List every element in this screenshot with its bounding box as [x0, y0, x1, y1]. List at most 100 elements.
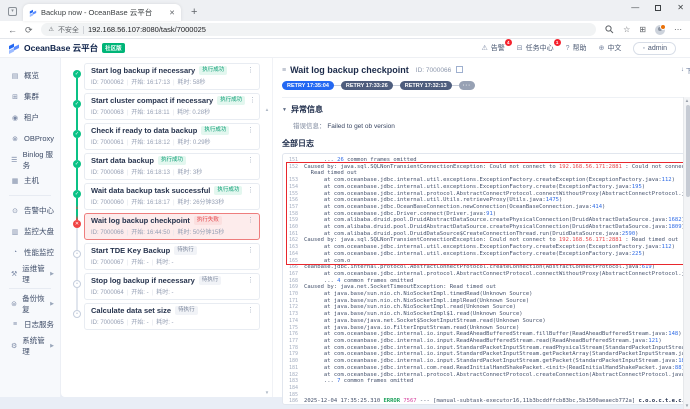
page-scrollbar-thumb[interactable] [686, 105, 690, 197]
sidebar-item-OBProxy[interactable]: ⊗OBProxy [0, 128, 60, 149]
tab-close-icon[interactable]: ✕ [169, 9, 175, 17]
step-more-icon[interactable]: ⋮ [247, 127, 254, 134]
step-card[interactable]: Start TDE Key Backup待执行⋮ID: 7000067|开始: … [84, 243, 260, 270]
task-step-row[interactable]: •Start TDE Key Backup待执行⋮ID: 7000067|开始:… [70, 243, 260, 270]
success-status-icon: ✓ [73, 130, 81, 138]
window-maximize-button[interactable] [655, 5, 661, 11]
retry-badge[interactable]: RETRY 17:33:26 [341, 81, 393, 90]
sidebar-item-Binlog 服务[interactable]: ☰Binlog 服务 [0, 149, 60, 170]
task-step-row[interactable]: ✓Start log backup if necessary执行成功⋮ID: 7… [70, 63, 260, 90]
sidebar-item-租户[interactable]: ◉租户 [0, 107, 60, 128]
page-scrollbar[interactable]: ▲ ▼ [683, 97, 690, 409]
sidebar-item-主机[interactable]: ▦主机 [0, 170, 60, 191]
header-nav-user-icon[interactable]: ◦admin [633, 42, 676, 55]
step-card[interactable]: Check if ready to data backup执行成功⋮ID: 70… [84, 123, 260, 150]
step-more-icon[interactable]: ⋮ [247, 187, 254, 194]
step-card[interactable]: Wait data backup task successful执行成功⋮ID:… [84, 183, 260, 210]
log-line-text: ceanbase.jdbc.internal.protocol.Abstract… [298, 264, 690, 271]
task-step-row[interactable]: ✓Check if ready to data backup执行成功⋮ID: 7… [70, 123, 260, 150]
favorite-star-icon[interactable]: ☆ [623, 25, 630, 34]
browser-menu-icon[interactable]: ⋯ [674, 25, 682, 34]
sidebar-item-告警中心[interactable]: ⊙告警中心 [0, 200, 60, 221]
browser-essentials-icon[interactable]: ⊞ [639, 25, 646, 34]
window-close-button[interactable]: ✕ [677, 4, 684, 12]
step-status-badge: 执行成功 [199, 66, 227, 75]
step-more-icon[interactable]: ⋮ [247, 277, 254, 284]
retry-badge[interactable]: RETRY 17:32:13 [400, 81, 452, 90]
step-more-icon[interactable]: ⋮ [247, 247, 254, 254]
chevron-right-icon: ▶ [50, 343, 54, 349]
retry-badge[interactable]: ··· [459, 81, 476, 90]
header-nav-label: 告警 [491, 43, 505, 53]
page-scroll-down-icon[interactable]: ▼ [684, 403, 690, 408]
step-meta: ID: 7000061|开始: 16:18:12|耗时: 0.29秒 [91, 137, 254, 146]
log-section-title: 全部日志 [282, 138, 690, 149]
step-card[interactable]: Start log backup if necessary执行成功⋮ID: 70… [84, 63, 260, 90]
step-more-icon[interactable]: ⋮ [247, 217, 254, 224]
step-more-icon[interactable]: ⋮ [249, 97, 256, 104]
log-line-number: 182 [283, 372, 298, 379]
task-step-row[interactable]: •Stop log backup if necessary待执行⋮ID: 700… [70, 273, 260, 300]
sidebar-item-概览[interactable]: ▤概览 [0, 65, 60, 86]
sidebar-item-label: 备份恢复 [22, 293, 45, 315]
address-bar[interactable]: ⚠ 不安全 192.168.56.107:8080/task/7000025 [41, 23, 596, 36]
step-more-icon[interactable]: ⋮ [247, 67, 254, 74]
task-step-row[interactable]: ✓Start cluster compact if necessary执行成功⋮… [70, 93, 260, 120]
sidebar-item-监控大盘[interactable]: ▥监控大盘 [0, 221, 60, 242]
step-card[interactable]: Calculate data set size待执行⋮ID: 7000065|开… [84, 303, 260, 330]
retry-badge[interactable]: RETRY 17:35:04 [282, 81, 334, 90]
header-nav-task-center-icon[interactable]: ⊟任务中心1 [517, 43, 554, 53]
sidebar-item-集群[interactable]: ⊞集群 [0, 86, 60, 107]
log-line-text: 2025-12-04 17:35:25.310 ERROR 7567 --- [… [298, 398, 690, 405]
step-status-badge: 执行失败 [194, 216, 222, 225]
browser-tab[interactable]: Backup now - OceanBase 云平台 ✕ [23, 4, 181, 21]
log-line-text: at com.oceanbase.jdbc.internal.io.input.… [298, 338, 690, 345]
oceanbase-logo[interactable]: OceanBase 云平台 社区版 [8, 42, 125, 54]
log-line: 176 at com.oceanbase.jdbc.internal.io.in… [283, 331, 690, 338]
back-icon[interactable]: ← [8, 25, 17, 35]
log-line: 156 at com.oceanbase.jdbc.internal.util.… [283, 197, 690, 204]
sidebar-item-日志服务[interactable]: ≡日志服务 [0, 314, 60, 335]
step-card[interactable]: Wait log backup checkpoint执行失败⋮ID: 70000… [84, 213, 260, 240]
step-card[interactable]: Stop log backup if necessary待执行⋮ID: 7000… [84, 273, 260, 300]
step-card[interactable]: Start cluster compact if necessary执行成功⋮I… [84, 93, 260, 120]
header-nav-alert-bell-icon[interactable]: ⚠告警4 [482, 43, 505, 53]
log-viewer[interactable]: 151 ... 26 common frames omitted152Cause… [282, 153, 690, 405]
profile-avatar[interactable] [655, 25, 665, 35]
sidebar-item-label: 日志服务 [24, 319, 54, 330]
copy-id-icon[interactable] [458, 68, 463, 73]
new-tab-button[interactable]: + [191, 7, 197, 18]
task-step-row[interactable]: ✓Wait data backup task successful执行成功⋮ID… [70, 183, 260, 210]
log-line: 168 ... 4 common frames omitted [283, 278, 690, 285]
step-meta: ID: 7000063|开始: 16:18:11|耗时: 0.28秒 [91, 107, 254, 116]
log-line-text: at com.oceanbase.jdbc.internal.util.exce… [298, 177, 690, 184]
tab-list-icon[interactable]: ▾ [8, 7, 17, 16]
task-step-row[interactable]: ✕Wait log backup checkpoint执行失败⋮ID: 7000… [70, 213, 260, 240]
action-download[interactable]: ↓下载日志 [681, 65, 690, 75]
header-nav-help-icon[interactable]: ?帮助 [566, 43, 587, 53]
sidebar-item-运维管理[interactable]: ⚒运维管理▶ [0, 263, 60, 284]
scroll-down-icon[interactable]: ▼ [264, 390, 270, 395]
log-line: 169Caused by: java.net.SocketTimeoutExce… [283, 284, 690, 291]
sidebar-item-备份恢复[interactable]: ⊜备份恢复▶ [0, 293, 60, 314]
task-step-row[interactable]: •Calculate data set size待执行⋮ID: 7000065|… [70, 303, 260, 330]
refresh-icon[interactable]: ⟳ [25, 25, 33, 35]
zoom-icon[interactable] [605, 25, 614, 34]
exception-section-header[interactable]: ▼ 异常信息 [282, 104, 690, 115]
window-minimize-button[interactable]: — [631, 4, 639, 12]
header-nav-language-icon[interactable]: ⊕中文 [599, 43, 622, 53]
security-label[interactable]: 不安全 [58, 25, 79, 35]
sidebar-item-系统管理[interactable]: ⚙系统管理▶ [0, 335, 60, 356]
log-line: 183 ... 7 common frames omitted [283, 378, 690, 385]
page-scroll-up-icon[interactable]: ▲ [684, 98, 690, 103]
sidebar-item-性能监控[interactable]: ◔性能监控 [0, 242, 60, 263]
log-line: 157 at com.oceanbase.jdbc.OceanBaseConne… [283, 204, 690, 211]
step-more-icon[interactable]: ⋮ [247, 307, 254, 314]
overview-icon: ▤ [11, 72, 19, 80]
log-line: 155 at com.oceanbase.jdbc.internal.proto… [283, 191, 690, 198]
task-step-row[interactable]: ✓Start data backup执行成功⋮ID: 7000068|开始: 1… [70, 153, 260, 180]
scroll-up-icon[interactable]: ▲ [264, 107, 270, 112]
step-more-icon[interactable]: ⋮ [247, 157, 254, 164]
step-card[interactable]: Start data backup执行成功⋮ID: 7000068|开始: 16… [84, 153, 260, 180]
steps-scrollbar[interactable]: ▲ ▼ [264, 62, 270, 393]
